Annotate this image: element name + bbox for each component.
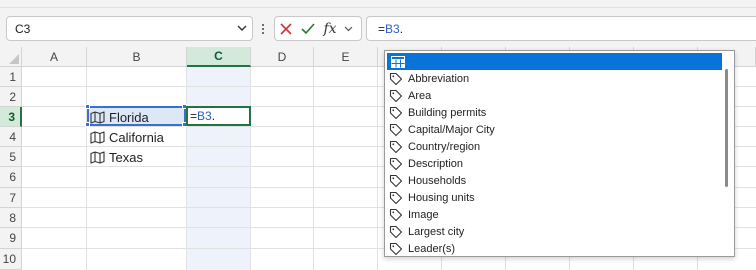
cell-value: California	[109, 129, 164, 145]
map-icon	[90, 150, 105, 164]
tag-icon	[389, 242, 403, 255]
column-header-c[interactable]: C	[187, 47, 251, 67]
edit-prefix: =	[190, 109, 198, 123]
row-header-5[interactable]: 5	[0, 147, 22, 167]
autocomplete-item-label: Abbreviation	[408, 72, 470, 85]
gridline	[377, 67, 378, 270]
autocomplete-item[interactable]: Description	[389, 155, 723, 172]
autocomplete-item-label: Description	[408, 157, 464, 170]
column-header-b[interactable]: B	[87, 47, 187, 67]
insert-function-button[interactable]: fx	[319, 18, 341, 40]
scrollbar-thumb[interactable]	[725, 69, 728, 187]
select-all-button[interactable]	[0, 47, 22, 67]
autocomplete-item[interactable]: Households	[389, 172, 723, 189]
row-header-3[interactable]: 3	[0, 107, 22, 127]
formula-reference: B3	[385, 21, 400, 36]
active-column-highlight	[187, 67, 251, 270]
autocomplete-item-label: Building permits	[408, 106, 487, 119]
autocomplete-item-label: Largest city	[408, 225, 465, 238]
autocomplete-item-label: Leader(s)	[408, 242, 456, 255]
chevron-down-icon[interactable]	[232, 17, 252, 40]
autocomplete-item-label: Image	[408, 208, 439, 221]
formula-buttons: fx	[274, 16, 362, 41]
row-header-10[interactable]: 10	[0, 249, 22, 270]
fx-label: fx	[323, 20, 337, 37]
tag-icon	[389, 72, 403, 85]
autocomplete-item-label: Country/region	[408, 140, 481, 153]
map-icon	[90, 130, 105, 144]
edit-suffix: .	[211, 109, 216, 123]
gridline	[86, 67, 87, 270]
row-header-6[interactable]: 6	[0, 167, 22, 188]
gridline	[313, 67, 314, 270]
name-box-value: C3	[15, 21, 31, 36]
scrollbar[interactable]	[722, 67, 731, 255]
tag-icon	[389, 106, 403, 119]
autocomplete-item-label: Area	[408, 89, 432, 102]
edit-reference: B3	[197, 109, 212, 123]
autocomplete-item-label: Capital/Major City	[408, 123, 495, 136]
tag-icon	[389, 225, 403, 238]
autocomplete-item-label: Housing units	[408, 191, 475, 204]
formula-suffix: .	[399, 21, 404, 36]
gridline	[250, 67, 251, 270]
row-header-4[interactable]: 4	[0, 127, 22, 147]
autocomplete-item[interactable]: Largest city	[389, 223, 723, 240]
selected-row[interactable]	[387, 53, 722, 70]
cell-b3[interactable]: Florida	[90, 107, 149, 127]
row-header-8[interactable]: 8	[0, 208, 22, 228]
chevron-down-icon[interactable]	[341, 18, 355, 40]
column-header-a[interactable]: A	[22, 47, 87, 67]
autocomplete-item[interactable]: Building permits	[389, 104, 723, 121]
more-options-icon[interactable]	[259, 19, 267, 39]
row-header-1[interactable]: 1	[0, 67, 22, 87]
cancel-icon[interactable]	[275, 18, 297, 40]
ribbon-bottom-edge	[0, 0, 756, 8]
autocomplete-item[interactable]: Area	[389, 87, 723, 104]
row-header-9[interactable]: 9	[0, 228, 22, 249]
autocomplete-item[interactable]: Housing units	[389, 189, 723, 206]
tag-icon	[389, 140, 403, 153]
autocomplete-item[interactable]: Country/region	[389, 138, 723, 155]
column-header-e[interactable]: E	[314, 47, 378, 67]
row-header-2[interactable]: 2	[0, 87, 22, 107]
autocomplete-item[interactable]: Abbreviation	[389, 70, 723, 87]
tag-icon	[389, 89, 403, 102]
tag-icon	[389, 157, 403, 170]
cell-value: Florida	[109, 109, 149, 125]
cell-b5[interactable]: Texas	[90, 147, 143, 167]
table-icon	[391, 55, 405, 68]
tag-icon	[389, 174, 403, 187]
field-autocomplete-list[interactable]: Abbreviation Area Building permits Capital/…	[384, 50, 735, 257]
enter-check-icon[interactable]	[297, 18, 319, 40]
cell-b4[interactable]: California	[90, 127, 164, 147]
cell-edit-text[interactable]: = B3.	[190, 107, 215, 125]
column-header-d[interactable]: D	[251, 47, 314, 67]
autocomplete-item[interactable]: Capital/Major City	[389, 121, 723, 138]
row-header-7[interactable]: 7	[0, 188, 22, 208]
name-box[interactable]: C3	[6, 16, 253, 41]
map-icon	[90, 110, 105, 124]
tag-icon	[389, 191, 403, 204]
tag-icon	[389, 123, 403, 136]
formula-input[interactable]: = B3.	[366, 16, 756, 41]
autocomplete-item[interactable]: Leader(s)	[389, 240, 723, 257]
autocomplete-item-label: Households	[408, 174, 467, 187]
formula-prefix: =	[378, 21, 386, 36]
tag-icon	[389, 208, 403, 221]
autocomplete-item[interactable]: Image	[389, 206, 723, 223]
gridline	[186, 67, 187, 270]
field-list: Abbreviation Area Building permits Capital/…	[389, 70, 723, 257]
cell-value: Texas	[109, 149, 143, 165]
